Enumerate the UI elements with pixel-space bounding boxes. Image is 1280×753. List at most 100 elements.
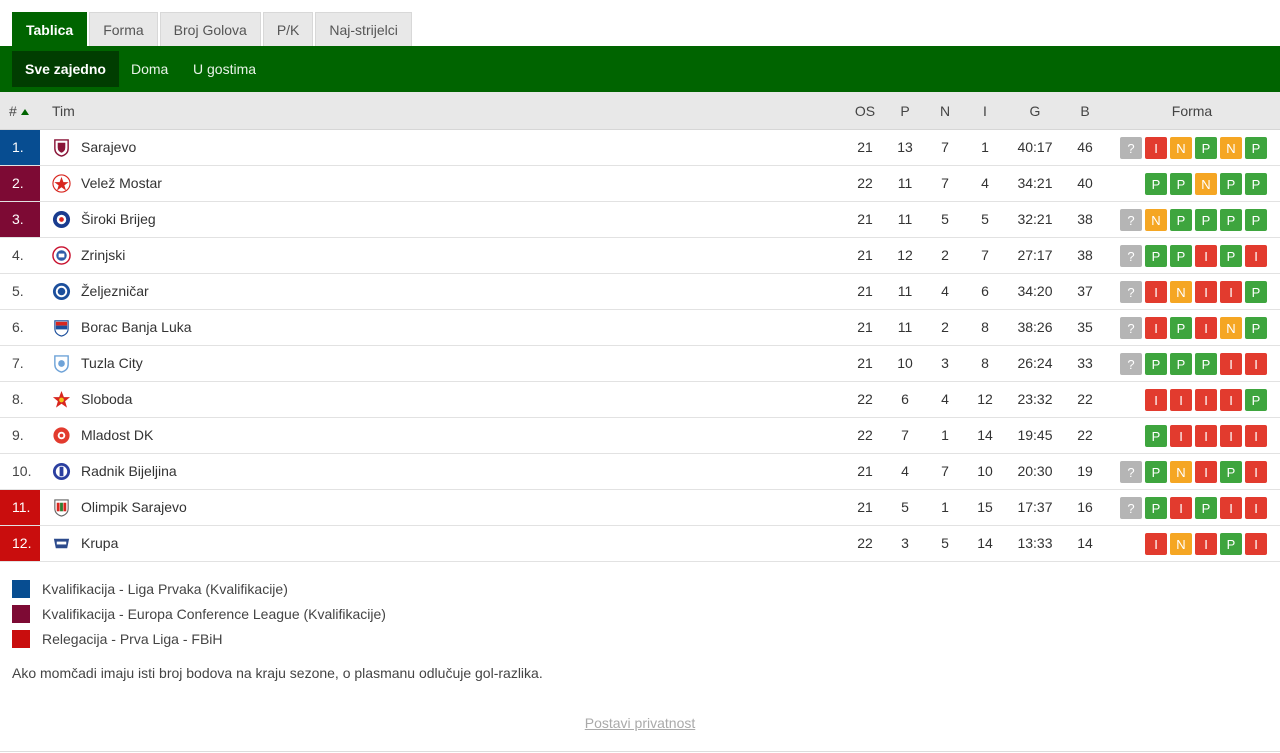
draws-column-header[interactable]: N bbox=[925, 92, 965, 130]
team-name[interactable]: Radnik Bijeljina bbox=[81, 454, 177, 490]
form-upcoming-badge[interactable]: ? bbox=[1120, 281, 1142, 303]
table-row[interactable]: 7. Tuzla City 21 10 3 8 26:24 33 ? P P P I I bbox=[0, 346, 1280, 382]
form-win-badge[interactable]: P bbox=[1245, 317, 1267, 339]
team-column-header[interactable]: Tim bbox=[52, 92, 75, 130]
form-loss-badge[interactable]: I bbox=[1145, 317, 1167, 339]
team-name[interactable]: Zrinjski bbox=[81, 238, 125, 274]
form-upcoming-badge[interactable]: ? bbox=[1120, 461, 1142, 483]
form-loss-badge[interactable]: I bbox=[1245, 461, 1267, 483]
form-win-badge[interactable]: P bbox=[1145, 353, 1167, 375]
form-win-badge[interactable]: P bbox=[1245, 281, 1267, 303]
form-loss-badge[interactable]: I bbox=[1195, 281, 1217, 303]
form-win-badge[interactable]: P bbox=[1145, 497, 1167, 519]
table-row[interactable]: 1. Sarajevo 21 13 7 1 40:17 46 ? I N P N P bbox=[0, 130, 1280, 166]
form-win-badge[interactable]: P bbox=[1245, 209, 1267, 231]
privacy-settings-link[interactable]: Postavi privatnost bbox=[0, 715, 1280, 731]
form-draw-badge[interactable]: N bbox=[1170, 281, 1192, 303]
form-loss-badge[interactable]: I bbox=[1245, 533, 1267, 555]
form-upcoming-badge[interactable]: ? bbox=[1120, 245, 1142, 267]
form-upcoming-badge[interactable]: ? bbox=[1120, 353, 1142, 375]
form-loss-badge[interactable]: I bbox=[1195, 461, 1217, 483]
team-name[interactable]: Sloboda bbox=[81, 382, 132, 418]
form-win-badge[interactable]: P bbox=[1220, 173, 1242, 195]
form-loss-badge[interactable]: I bbox=[1195, 317, 1217, 339]
table-row[interactable]: 2. Velež Mostar 22 11 7 4 34:21 40 PPNPP bbox=[0, 166, 1280, 202]
team-name[interactable]: Mladost DK bbox=[81, 418, 153, 454]
form-upcoming-badge[interactable]: ? bbox=[1120, 317, 1142, 339]
form-win-badge[interactable]: P bbox=[1220, 461, 1242, 483]
form-win-badge[interactable]: P bbox=[1195, 209, 1217, 231]
team-name[interactable]: Široki Brijeg bbox=[81, 202, 156, 238]
form-win-badge[interactable]: P bbox=[1220, 209, 1242, 231]
form-loss-badge[interactable]: I bbox=[1195, 425, 1217, 447]
form-loss-badge[interactable]: I bbox=[1220, 281, 1242, 303]
form-loss-badge[interactable]: I bbox=[1145, 281, 1167, 303]
team-name[interactable]: Željezničar bbox=[81, 274, 149, 310]
team-name[interactable]: Olimpik Sarajevo bbox=[81, 490, 187, 526]
form-loss-badge[interactable]: I bbox=[1145, 137, 1167, 159]
form-loss-badge[interactable]: I bbox=[1220, 425, 1242, 447]
table-row[interactable]: 12. Krupa 22 3 5 14 13:33 14 INIPI bbox=[0, 526, 1280, 562]
form-draw-badge[interactable]: N bbox=[1220, 137, 1242, 159]
subtab-doma[interactable]: Doma bbox=[118, 51, 181, 87]
form-upcoming-badge[interactable]: ? bbox=[1120, 497, 1142, 519]
form-win-badge[interactable]: P bbox=[1195, 137, 1217, 159]
team-name[interactable]: Sarajevo bbox=[81, 130, 136, 166]
form-draw-badge[interactable]: N bbox=[1170, 533, 1192, 555]
form-win-badge[interactable]: P bbox=[1245, 137, 1267, 159]
team-name[interactable]: Tuzla City bbox=[81, 346, 143, 382]
form-loss-badge[interactable]: I bbox=[1195, 389, 1217, 411]
losses-column-header[interactable]: I bbox=[965, 92, 1005, 130]
team-name[interactable]: Velež Mostar bbox=[81, 166, 162, 202]
form-loss-badge[interactable]: I bbox=[1245, 353, 1267, 375]
form-loss-badge[interactable]: I bbox=[1245, 245, 1267, 267]
wins-column-header[interactable]: P bbox=[885, 92, 925, 130]
form-win-badge[interactable]: P bbox=[1145, 245, 1167, 267]
form-loss-badge[interactable]: I bbox=[1245, 497, 1267, 519]
table-row[interactable]: 8. Sloboda 22 6 4 12 23:32 22 IIIIP bbox=[0, 382, 1280, 418]
form-draw-badge[interactable]: N bbox=[1195, 173, 1217, 195]
form-loss-badge[interactable]: I bbox=[1245, 425, 1267, 447]
form-loss-badge[interactable]: I bbox=[1145, 389, 1167, 411]
table-row[interactable]: 9. Mladost DK 22 7 1 14 19:45 22 PIIII bbox=[0, 418, 1280, 454]
form-draw-badge[interactable]: N bbox=[1170, 137, 1192, 159]
subtab-u-gostima[interactable]: U gostima bbox=[180, 51, 269, 87]
form-draw-badge[interactable]: N bbox=[1170, 461, 1192, 483]
tab-naj-strijelci[interactable]: Naj-strijelci bbox=[315, 12, 412, 46]
form-loss-badge[interactable]: I bbox=[1195, 533, 1217, 555]
table-row[interactable]: 10. Radnik Bijeljina 21 4 7 10 20:30 19 … bbox=[0, 454, 1280, 490]
form-win-badge[interactable]: P bbox=[1245, 173, 1267, 195]
form-loss-badge[interactable]: I bbox=[1195, 245, 1217, 267]
form-win-badge[interactable]: P bbox=[1170, 209, 1192, 231]
table-row[interactable]: 11. Olimpik Sarajevo 21 5 1 15 17:37 16 … bbox=[0, 490, 1280, 526]
tab-pk[interactable]: P/K bbox=[262, 12, 314, 46]
os-column-header[interactable]: OS bbox=[845, 92, 885, 130]
table-row[interactable]: 6. Borac Banja Luka 21 11 2 8 38:26 35 ?… bbox=[0, 310, 1280, 346]
tab-tablica[interactable]: Tablica bbox=[12, 12, 88, 46]
form-win-badge[interactable]: P bbox=[1145, 425, 1167, 447]
form-win-badge[interactable]: P bbox=[1145, 461, 1167, 483]
form-win-badge[interactable]: P bbox=[1245, 389, 1267, 411]
form-win-badge[interactable]: P bbox=[1220, 533, 1242, 555]
points-column-header[interactable]: B bbox=[1065, 92, 1105, 130]
form-upcoming-badge[interactable]: ? bbox=[1120, 209, 1142, 231]
table-row[interactable]: 5. Željezničar 21 11 4 6 34:20 37 ? I N I I P bbox=[0, 274, 1280, 310]
team-name[interactable]: Borac Banja Luka bbox=[81, 310, 192, 346]
form-upcoming-badge[interactable]: ? bbox=[1120, 137, 1142, 159]
form-win-badge[interactable]: P bbox=[1145, 173, 1167, 195]
form-draw-badge[interactable]: N bbox=[1145, 209, 1167, 231]
form-win-badge[interactable]: P bbox=[1195, 353, 1217, 375]
goals-column-header[interactable]: G bbox=[1015, 92, 1055, 130]
rank-column-header[interactable]: # bbox=[9, 92, 29, 130]
form-loss-badge[interactable]: I bbox=[1170, 425, 1192, 447]
subtab-sve-zajedno[interactable]: Sve zajedno bbox=[12, 51, 119, 87]
form-win-badge[interactable]: P bbox=[1170, 245, 1192, 267]
tab-broj-golova[interactable]: Broj Golova bbox=[159, 12, 261, 46]
form-win-badge[interactable]: P bbox=[1195, 497, 1217, 519]
table-row[interactable]: 3. Široki Brijeg 21 11 5 5 32:21 38 ? N P P… bbox=[0, 202, 1280, 238]
form-loss-badge[interactable]: I bbox=[1145, 533, 1167, 555]
form-loss-badge[interactable]: I bbox=[1170, 389, 1192, 411]
form-win-badge[interactable]: P bbox=[1170, 173, 1192, 195]
form-draw-badge[interactable]: N bbox=[1220, 317, 1242, 339]
form-loss-badge[interactable]: I bbox=[1220, 497, 1242, 519]
